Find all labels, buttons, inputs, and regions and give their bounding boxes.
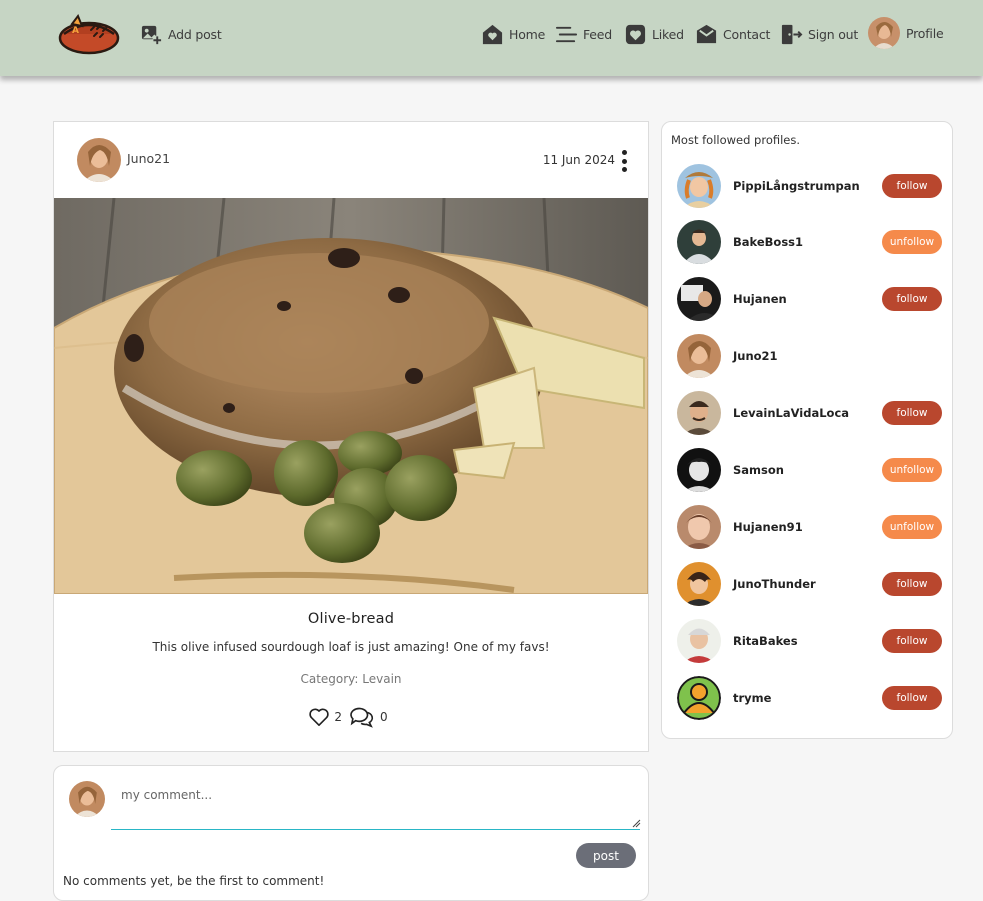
avatar[interactable]: [677, 334, 721, 378]
avatar[interactable]: [677, 505, 721, 549]
profile-row: Juno21: [662, 334, 952, 380]
nav-liked[interactable]: Liked: [624, 18, 684, 50]
nav-feed-label: Feed: [583, 26, 613, 42]
nav-contact-label: Contact: [723, 26, 771, 42]
profile-row: BakeBoss1 unfollow: [662, 220, 952, 266]
post-comment-button[interactable]: post: [576, 843, 636, 868]
profile-name[interactable]: Juno21: [733, 349, 778, 363]
nav-contact[interactable]: Contact: [695, 18, 770, 50]
home-heart-icon: [481, 23, 504, 46]
nav-profile[interactable]: Profile: [868, 17, 944, 49]
post-card: Juno21 11 Jun 2024 Olive-bread This oliv…: [53, 121, 649, 752]
post-title: Olive-bread: [307, 611, 395, 627]
nav-home-label: Home: [509, 26, 546, 42]
nav-sign-out[interactable]: Sign out: [780, 18, 858, 50]
profile-row: RitaBakes follow: [662, 619, 952, 665]
nav-add-post[interactable]: Add post: [140, 18, 222, 50]
most-followed-sidebar: Most followed profiles. PippiLångstrumpa…: [661, 121, 953, 739]
profile-row: LevainLaVidaLoca follow: [662, 391, 952, 437]
profile-name[interactable]: BakeBoss1: [733, 235, 803, 249]
avatar: [69, 781, 105, 817]
profile-name[interactable]: LevainLaVidaLoca: [733, 406, 849, 420]
profile-row: Hujanen follow: [662, 277, 952, 323]
avatar[interactable]: [677, 619, 721, 663]
profile-row: Hujanen91 unfollow: [662, 505, 952, 551]
nav-profile-label: Profile: [906, 25, 944, 41]
follow-button[interactable]: follow: [882, 287, 942, 311]
profile-row: tryme follow: [662, 676, 952, 722]
avatar[interactable]: [677, 220, 721, 264]
post-stats: 2 0: [54, 706, 648, 728]
unfollow-button[interactable]: unfollow: [882, 515, 942, 539]
unfollow-button[interactable]: unfollow: [882, 458, 942, 482]
profile-name[interactable]: RitaBakes: [733, 634, 798, 648]
navbar: A Add post Home Feed Liked Contact Sign …: [0, 0, 983, 76]
avatar[interactable]: [677, 391, 721, 435]
comment-form: post No comments yet, be the first to co…: [53, 765, 649, 901]
avatar[interactable]: [677, 164, 721, 208]
comment-input[interactable]: [111, 778, 640, 830]
more-options-icon[interactable]: [620, 150, 628, 172]
add-image-icon: [140, 23, 163, 46]
follow-button[interactable]: follow: [882, 572, 942, 596]
author-avatar[interactable]: [77, 138, 121, 182]
follow-button[interactable]: follow: [882, 686, 942, 710]
profile-row: JunoThunder follow: [662, 562, 952, 608]
resize-grip-icon[interactable]: [631, 818, 641, 828]
nav-home[interactable]: Home: [481, 18, 545, 50]
post-description: This olive infused sourdough loaf is jus…: [152, 640, 550, 654]
avatar[interactable]: [677, 277, 721, 321]
feed-lines-icon: [555, 23, 578, 46]
profile-name[interactable]: tryme: [733, 691, 771, 705]
post-date: 11 Jun 2024: [542, 153, 615, 167]
profile-name[interactable]: PippiLångstrumpan: [733, 179, 860, 193]
profile-name[interactable]: Samson: [733, 463, 784, 477]
profile-name[interactable]: Hujanen: [733, 292, 787, 306]
avatar: [868, 17, 900, 49]
nav-liked-label: Liked: [652, 26, 684, 42]
bread-logo-icon[interactable]: A: [58, 12, 120, 56]
nav-feed[interactable]: Feed: [555, 18, 612, 50]
profile-name[interactable]: JunoThunder: [733, 577, 816, 591]
heart-icon[interactable]: [308, 707, 330, 727]
svg-text:A: A: [72, 26, 79, 36]
profile-row: PippiLångstrumpan follow: [662, 164, 952, 210]
profile-name[interactable]: Hujanen91: [733, 520, 803, 534]
mail-icon: [695, 23, 718, 46]
comments-icon[interactable]: [348, 706, 376, 728]
sidebar-title: Most followed profiles.: [671, 133, 801, 147]
avatar[interactable]: [677, 448, 721, 492]
nav-sign-out-label: Sign out: [808, 26, 859, 42]
post-image: [54, 198, 648, 594]
profile-row: Samson unfollow: [662, 448, 952, 494]
post-header: Juno21 11 Jun 2024: [54, 122, 648, 198]
default-avatar-icon[interactable]: [677, 676, 721, 720]
follow-button[interactable]: follow: [882, 174, 942, 198]
author-name[interactable]: Juno21: [127, 151, 170, 166]
heart-box-icon: [624, 23, 647, 46]
nav-add-post-label: Add post: [168, 26, 222, 42]
follow-button[interactable]: follow: [882, 629, 942, 653]
post-category: Category: Levain: [300, 672, 402, 686]
no-comments-text: No comments yet, be the first to comment…: [63, 874, 325, 888]
avatar[interactable]: [677, 562, 721, 606]
sign-out-icon: [780, 23, 803, 46]
comments-count: 0: [380, 710, 388, 724]
follow-button[interactable]: follow: [882, 401, 942, 425]
likes-count: 2: [334, 710, 342, 724]
unfollow-button[interactable]: unfollow: [882, 230, 942, 254]
